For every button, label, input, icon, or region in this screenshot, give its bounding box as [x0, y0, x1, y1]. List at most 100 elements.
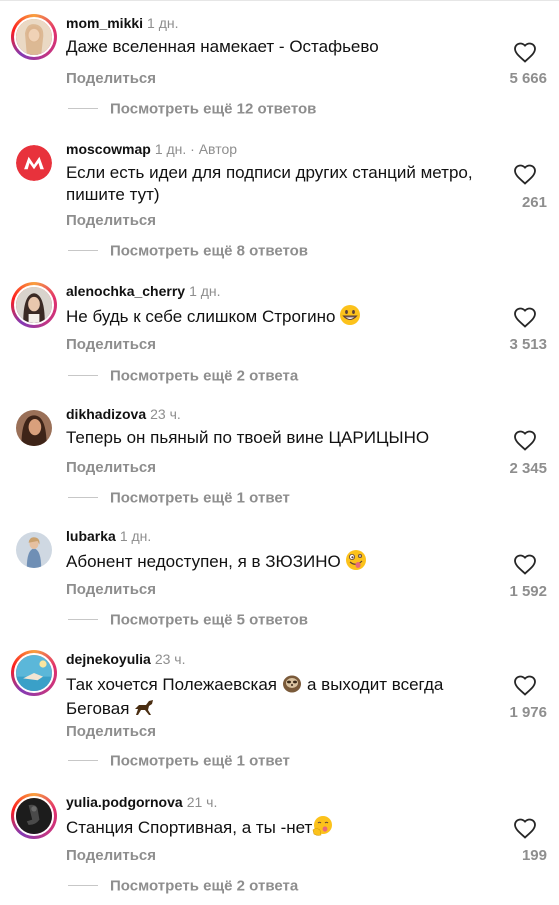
- view-replies-label: Посмотреть ещё 12 ответов: [110, 100, 317, 118]
- grinning-face-emoji-icon: [340, 305, 361, 325]
- replies-divider-line: [68, 250, 98, 252]
- comment-text-content: Станция Спортивная, а ты -нет: [66, 818, 313, 837]
- replies-divider-line: [68, 885, 98, 887]
- share-button[interactable]: Поделиться: [66, 723, 156, 741]
- comment-text: Так хочется Полежаевская а выходит всегда…: [66, 672, 486, 720]
- avatar-image: [14, 653, 54, 693]
- avatar-image: [14, 408, 54, 448]
- heart-icon[interactable]: [513, 163, 537, 185]
- sloth-emoji-icon: [282, 675, 301, 693]
- comment-item: yulia.podgornova 21 ч. Станция Спортивная…: [0, 793, 559, 903]
- view-replies-button[interactable]: Посмотреть ещё 1 ответ: [66, 752, 290, 770]
- avatar-image: [14, 143, 54, 183]
- heart-icon[interactable]: [513, 553, 537, 575]
- view-replies-label: Посмотреть ещё 1 ответ: [110, 752, 290, 770]
- comment-item: mom_mikki 1 дн. Даже вселенная намекает -…: [0, 14, 559, 124]
- comment-text-content: Даже вселенная намекает - Остафьево: [66, 37, 379, 56]
- comment-username[interactable]: alenochka_cherry: [66, 283, 185, 299]
- share-button[interactable]: Поделиться: [66, 581, 156, 599]
- comment-header: yulia.podgornova 21 ч.: [66, 793, 217, 811]
- view-replies-label: Посмотреть ещё 2 ответа: [110, 877, 299, 895]
- comment-header: dejnekoyulia 23 ч.: [66, 650, 185, 668]
- comment-item: dejnekoyulia 23 ч. Так хочется Полежаевск…: [0, 650, 559, 775]
- like-count: 1 592: [509, 583, 547, 600]
- top-divider: [0, 0, 559, 1]
- comment-header: lubarka 1 дн.: [66, 527, 151, 545]
- comment-username[interactable]: dejnekoyulia: [66, 651, 151, 667]
- replies-divider-line: [68, 619, 98, 621]
- comment-text-content: Не будь к себе слишком Строгино: [66, 307, 336, 326]
- heart-icon[interactable]: [513, 817, 537, 839]
- replies-divider-line: [68, 375, 98, 377]
- like-count: 1 976: [509, 704, 547, 721]
- share-button[interactable]: Поделиться: [66, 70, 156, 88]
- like-count: 5 666: [509, 70, 547, 87]
- view-replies-label: Посмотреть ещё 2 ответа: [110, 367, 299, 385]
- avatar[interactable]: [11, 527, 57, 573]
- share-button[interactable]: Поделиться: [66, 336, 156, 354]
- replies-divider-line: [68, 497, 98, 499]
- avatar[interactable]: [11, 650, 57, 696]
- view-replies-button[interactable]: Посмотреть ещё 5 ответов: [66, 611, 308, 629]
- heart-icon[interactable]: [513, 429, 537, 451]
- view-replies-label: Посмотреть ещё 5 ответов: [110, 611, 309, 629]
- view-replies-button[interactable]: Посмотреть ещё 2 ответа: [66, 367, 298, 385]
- comment-time: 23 ч.: [150, 406, 181, 422]
- comment-time: 1 дн.: [147, 15, 179, 31]
- comment-username[interactable]: moscowmap: [66, 141, 151, 157]
- comment-item: alenochka_cherry 1 дн. Не будь к себе сли…: [0, 282, 559, 392]
- heart-icon[interactable]: [513, 41, 537, 63]
- comment-text: Теперь он пьяный по твоей вине ЦАРИЦЫНО: [66, 427, 486, 449]
- comment-header: mom_mikki 1 дн.: [66, 14, 179, 32]
- view-replies-button[interactable]: Посмотреть ещё 2 ответа: [66, 877, 298, 895]
- like-count: 199: [521, 847, 547, 864]
- comment-time: 1 дн. · Автор: [154, 141, 238, 157]
- comment-text: Если есть идеи для подписи других станци…: [66, 162, 486, 206]
- view-replies-label: Посмотреть ещё 1 ответ: [110, 489, 290, 507]
- replies-divider-line: [68, 108, 98, 110]
- comment-header: dikhadizova 23 ч.: [66, 405, 181, 423]
- avatar[interactable]: [11, 140, 57, 186]
- comment-time: 23 ч.: [154, 651, 186, 667]
- comment-item: dikhadizova 23 ч. Теперь он пьяный по тво…: [0, 405, 559, 515]
- zany-face-emoji-icon: [345, 550, 366, 570]
- avatar-image: [14, 796, 54, 836]
- comment-header: moscowmap 1 дн. · Автор: [66, 140, 237, 158]
- comment-item: lubarka 1 дн. Абонент недоступен, я в ЗЮЗ…: [0, 527, 559, 637]
- replies-divider-line: [68, 760, 98, 762]
- comment-time: 1 дн.: [189, 283, 221, 299]
- comment-username[interactable]: yulia.podgornova: [66, 794, 183, 810]
- comment-username[interactable]: lubarka: [66, 528, 116, 544]
- heart-icon[interactable]: [513, 306, 537, 328]
- avatar[interactable]: [11, 14, 57, 60]
- comment-text-content: Абонент недоступен, я в ЗЮЗИНО: [66, 552, 341, 571]
- comment-time: 1 дн.: [119, 528, 152, 544]
- share-button[interactable]: Поделиться: [66, 212, 156, 230]
- heart-icon[interactable]: [513, 674, 537, 696]
- share-button[interactable]: Поделиться: [66, 847, 156, 865]
- avatar[interactable]: [11, 793, 57, 839]
- comment-text-content: Если есть идеи для подписи других станци…: [66, 163, 473, 204]
- avatar-image: [14, 530, 54, 570]
- view-replies-button[interactable]: Посмотреть ещё 12 ответов: [66, 100, 316, 118]
- view-replies-button[interactable]: Посмотреть ещё 1 ответ: [66, 489, 290, 507]
- share-button[interactable]: Поделиться: [66, 459, 156, 477]
- view-replies-button[interactable]: Посмотреть ещё 8 ответов: [66, 242, 308, 260]
- comment-item: moscowmap 1 дн. · Автор Если есть идеи дл…: [0, 140, 559, 265]
- like-count: 261: [521, 194, 547, 211]
- comment-text: Абонент недоступен, я в ЗЮЗИНО: [66, 549, 486, 573]
- like-count: 3 513: [509, 336, 547, 353]
- like-count: 2 345: [509, 460, 547, 477]
- avatar[interactable]: [11, 405, 57, 451]
- face-with-tongue-hand-emoji-icon: [313, 816, 333, 836]
- view-replies-label: Посмотреть ещё 8 ответов: [110, 242, 309, 260]
- comment-username[interactable]: dikhadizova: [66, 406, 146, 422]
- comment-header: alenochka_cherry 1 дн.: [66, 282, 221, 300]
- avatar[interactable]: [11, 282, 57, 328]
- racehorse-emoji-icon: [135, 700, 154, 715]
- comment-text: Станция Спортивная, а ты -нет: [66, 815, 486, 839]
- comment-text-content: Теперь он пьяный по твоей вине ЦАРИЦЫНО: [66, 428, 430, 447]
- comment-username[interactable]: mom_mikki: [66, 15, 143, 31]
- comment-text-content: Так хочется Полежаевская: [66, 675, 277, 694]
- comment-text: Не будь к себе слишком Строгино: [66, 304, 486, 328]
